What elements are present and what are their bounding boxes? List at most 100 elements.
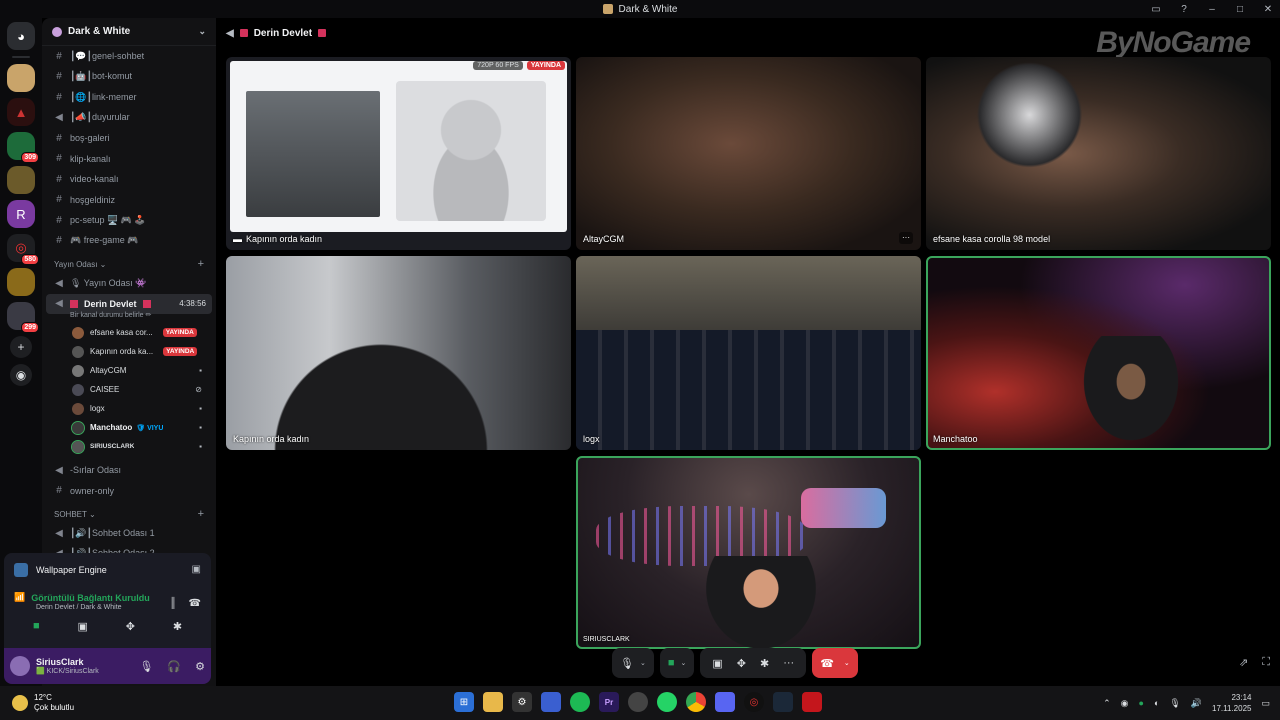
noise-suppression-icon[interactable]: ║ (169, 598, 176, 609)
channel-item[interactable]: # ┃💬┃genel-sohbet (46, 46, 212, 67)
app-icon[interactable]: ◎ (744, 692, 764, 712)
tray-app-icon[interactable]: ◉ (1121, 698, 1129, 709)
video-tile[interactable]: AltayCGM ··· (576, 57, 921, 250)
settings-icon[interactable]: ⚙ (512, 692, 532, 712)
add-channel-icon[interactable]: + (198, 258, 204, 270)
video-tile[interactable]: logx (576, 256, 921, 450)
whatsapp-icon[interactable] (657, 692, 677, 712)
camera-control[interactable]: ■ ⌄ (659, 648, 695, 678)
voice-user[interactable]: efsane kasa cor... YAYINDA (46, 323, 212, 342)
activities-icon[interactable]: ✥ (737, 657, 746, 670)
stream-tile[interactable]: 720P 60 FPS YAYINDA ▬ Kapının orda kadın (226, 57, 571, 250)
maximize-button[interactable]: □ (1234, 4, 1246, 15)
discord-icon[interactable] (715, 692, 735, 712)
voice-channel-item[interactable]: ◀ 🎙 Yayın Odası 👾 (46, 273, 212, 294)
pop-out-icon[interactable]: ⇗ (1239, 656, 1248, 669)
chevron-down-icon[interactable]: ⌄ (844, 659, 850, 667)
video-tile[interactable]: Kapının orda kadın (226, 256, 571, 450)
help-icon[interactable]: ? (1178, 4, 1190, 15)
soundboard-button[interactable]: ✱ (173, 620, 182, 633)
screen-share-icon[interactable]: ▣ (192, 564, 201, 575)
channel-item[interactable]: # video-kanalı (46, 169, 212, 190)
tray-app-icon[interactable]: ● (1139, 698, 1144, 708)
minimize-button[interactable]: – (1206, 4, 1218, 15)
channel-item[interactable]: # boş-galeri (46, 128, 212, 149)
server-icon-5[interactable]: R (7, 200, 35, 228)
voice-user[interactable]: Manchatoo 🛡 VIYU ▪ (46, 418, 212, 437)
steam-icon[interactable] (773, 692, 793, 712)
discover-icon[interactable]: ◉ (10, 364, 32, 386)
server-icon-6[interactable]: ◎ 580 (7, 234, 39, 265)
microphone-icon[interactable]: 🎙 (139, 660, 153, 673)
add-server-icon[interactable]: + (10, 336, 32, 358)
channel-item[interactable]: # ┃🌐┃link-memer (46, 87, 212, 108)
voice-user[interactable]: Kapının orda ka... YAYINDA (46, 342, 212, 361)
server-icon-7[interactable] (7, 268, 35, 296)
activity-panel[interactable]: Wallpaper Engine ▣ (4, 553, 211, 586)
microphone-icon[interactable]: 🎙 (1169, 698, 1180, 709)
voice-user[interactable]: logx ▪ (46, 399, 212, 418)
channel-status[interactable]: Bir kanal durumu belirle ✏ (46, 311, 212, 323)
server-icon-4[interactable] (7, 166, 35, 194)
headphones-icon[interactable]: 🎧 (167, 660, 181, 673)
disconnect-icon[interactable]: ☎ (189, 598, 201, 609)
server-header[interactable]: Dark & White ⌄ (42, 18, 216, 46)
settings-gear-icon[interactable]: ⚙ (195, 660, 205, 673)
server-dark-white[interactable] (7, 64, 35, 92)
microphone-icon[interactable]: 🎙 (620, 657, 634, 670)
voice-user[interactable]: AltayCGM ▪ (46, 361, 212, 380)
more-options-icon[interactable]: ··· (783, 657, 794, 669)
voice-channel-item[interactable]: ◀ ┃🔊┃Sohbet Odası 1 (46, 523, 212, 544)
video-tile-speaking[interactable]: Manchatoo (926, 256, 1271, 450)
voice-user[interactable]: SIRIUSCLARK ▪ (46, 437, 212, 456)
channel-item[interactable]: # klip-kanalı (46, 149, 212, 170)
spotify-icon[interactable] (570, 692, 590, 712)
mic-control[interactable]: 🎙 ⌄ (612, 648, 654, 678)
user-name[interactable]: SiriusClark (36, 657, 99, 667)
leave-call-button[interactable]: ☎ ⌄ (812, 648, 858, 678)
screen-share-button[interactable]: ▣ (77, 620, 87, 633)
chevron-down-icon[interactable]: ⌄ (640, 659, 646, 667)
premiere-icon[interactable]: Pr (599, 692, 619, 712)
screen-share-icon[interactable]: ▣ (712, 657, 722, 670)
chevron-down-icon[interactable]: ⌄ (681, 659, 687, 667)
channel-item[interactable]: # ┃🤖┃bot-komut (46, 67, 212, 88)
close-button[interactable]: ✕ (1262, 4, 1274, 15)
voice-user[interactable]: CAISEE ⊘ (46, 380, 212, 399)
channel-item[interactable]: ◀ ┃📣┃duyurular (46, 108, 212, 129)
file-explorer-icon[interactable] (483, 692, 503, 712)
avatar[interactable] (10, 656, 30, 676)
weather-widget[interactable]: 12°C Çok bulutlu (0, 693, 200, 713)
steam-icon[interactable] (628, 692, 648, 712)
server-icon-2[interactable]: ▲ (7, 98, 35, 126)
home-button[interactable]: ◕ (7, 22, 35, 50)
activities-button[interactable]: ✥ (126, 620, 135, 633)
app-icon[interactable] (541, 692, 561, 712)
voice-channel-item[interactable]: # owner-only (46, 481, 212, 502)
channel-item[interactable]: # 🎮 free-game 🎮 (46, 231, 212, 252)
inbox-icon[interactable]: ▭ (1150, 4, 1162, 15)
voice-status[interactable]: Görüntülü Bağlantı Kuruldu (31, 593, 150, 603)
video-tile[interactable]: efsane kasa corolla 98 model (926, 57, 1271, 250)
steam-tray-icon[interactable]: ◐ (1154, 698, 1159, 708)
volume-icon[interactable]: 🔊 (1191, 698, 1202, 709)
fullscreen-icon[interactable]: ⛶ (1262, 656, 1270, 669)
camera-button[interactable]: ■ (33, 620, 40, 633)
chrome-icon[interactable] (686, 692, 706, 712)
server-icon-3[interactable]: 309 (7, 132, 39, 163)
category-stream[interactable]: Yayın Odası ⌄ + (46, 255, 212, 273)
category-chat[interactable]: SOHBET ⌄ + (46, 505, 212, 523)
notification-icon[interactable]: ▭ (1261, 698, 1270, 709)
app-icon[interactable] (802, 692, 822, 712)
voice-channel-item[interactable]: ◀ -Sırlar Odası (46, 460, 212, 481)
more-options-icon[interactable]: ··· (899, 232, 913, 244)
windows-start-icon[interactable]: ⊞ (454, 692, 474, 712)
server-icon-8[interactable]: 299 (7, 302, 39, 333)
clock[interactable]: 23:14 17.11.2025 (1212, 692, 1251, 714)
channel-item[interactable]: # hoşgeldiniz (46, 190, 212, 211)
camera-icon[interactable]: ■ (668, 657, 675, 669)
video-tile-speaking[interactable]: SIRIUSCLARK (576, 456, 921, 649)
channel-item[interactable]: # pc-setup 🖥️ 🎮 🕹️ (46, 210, 212, 231)
soundboard-icon[interactable]: ✱ (760, 657, 769, 670)
chevron-up-icon[interactable]: ⌃ (1103, 698, 1111, 709)
